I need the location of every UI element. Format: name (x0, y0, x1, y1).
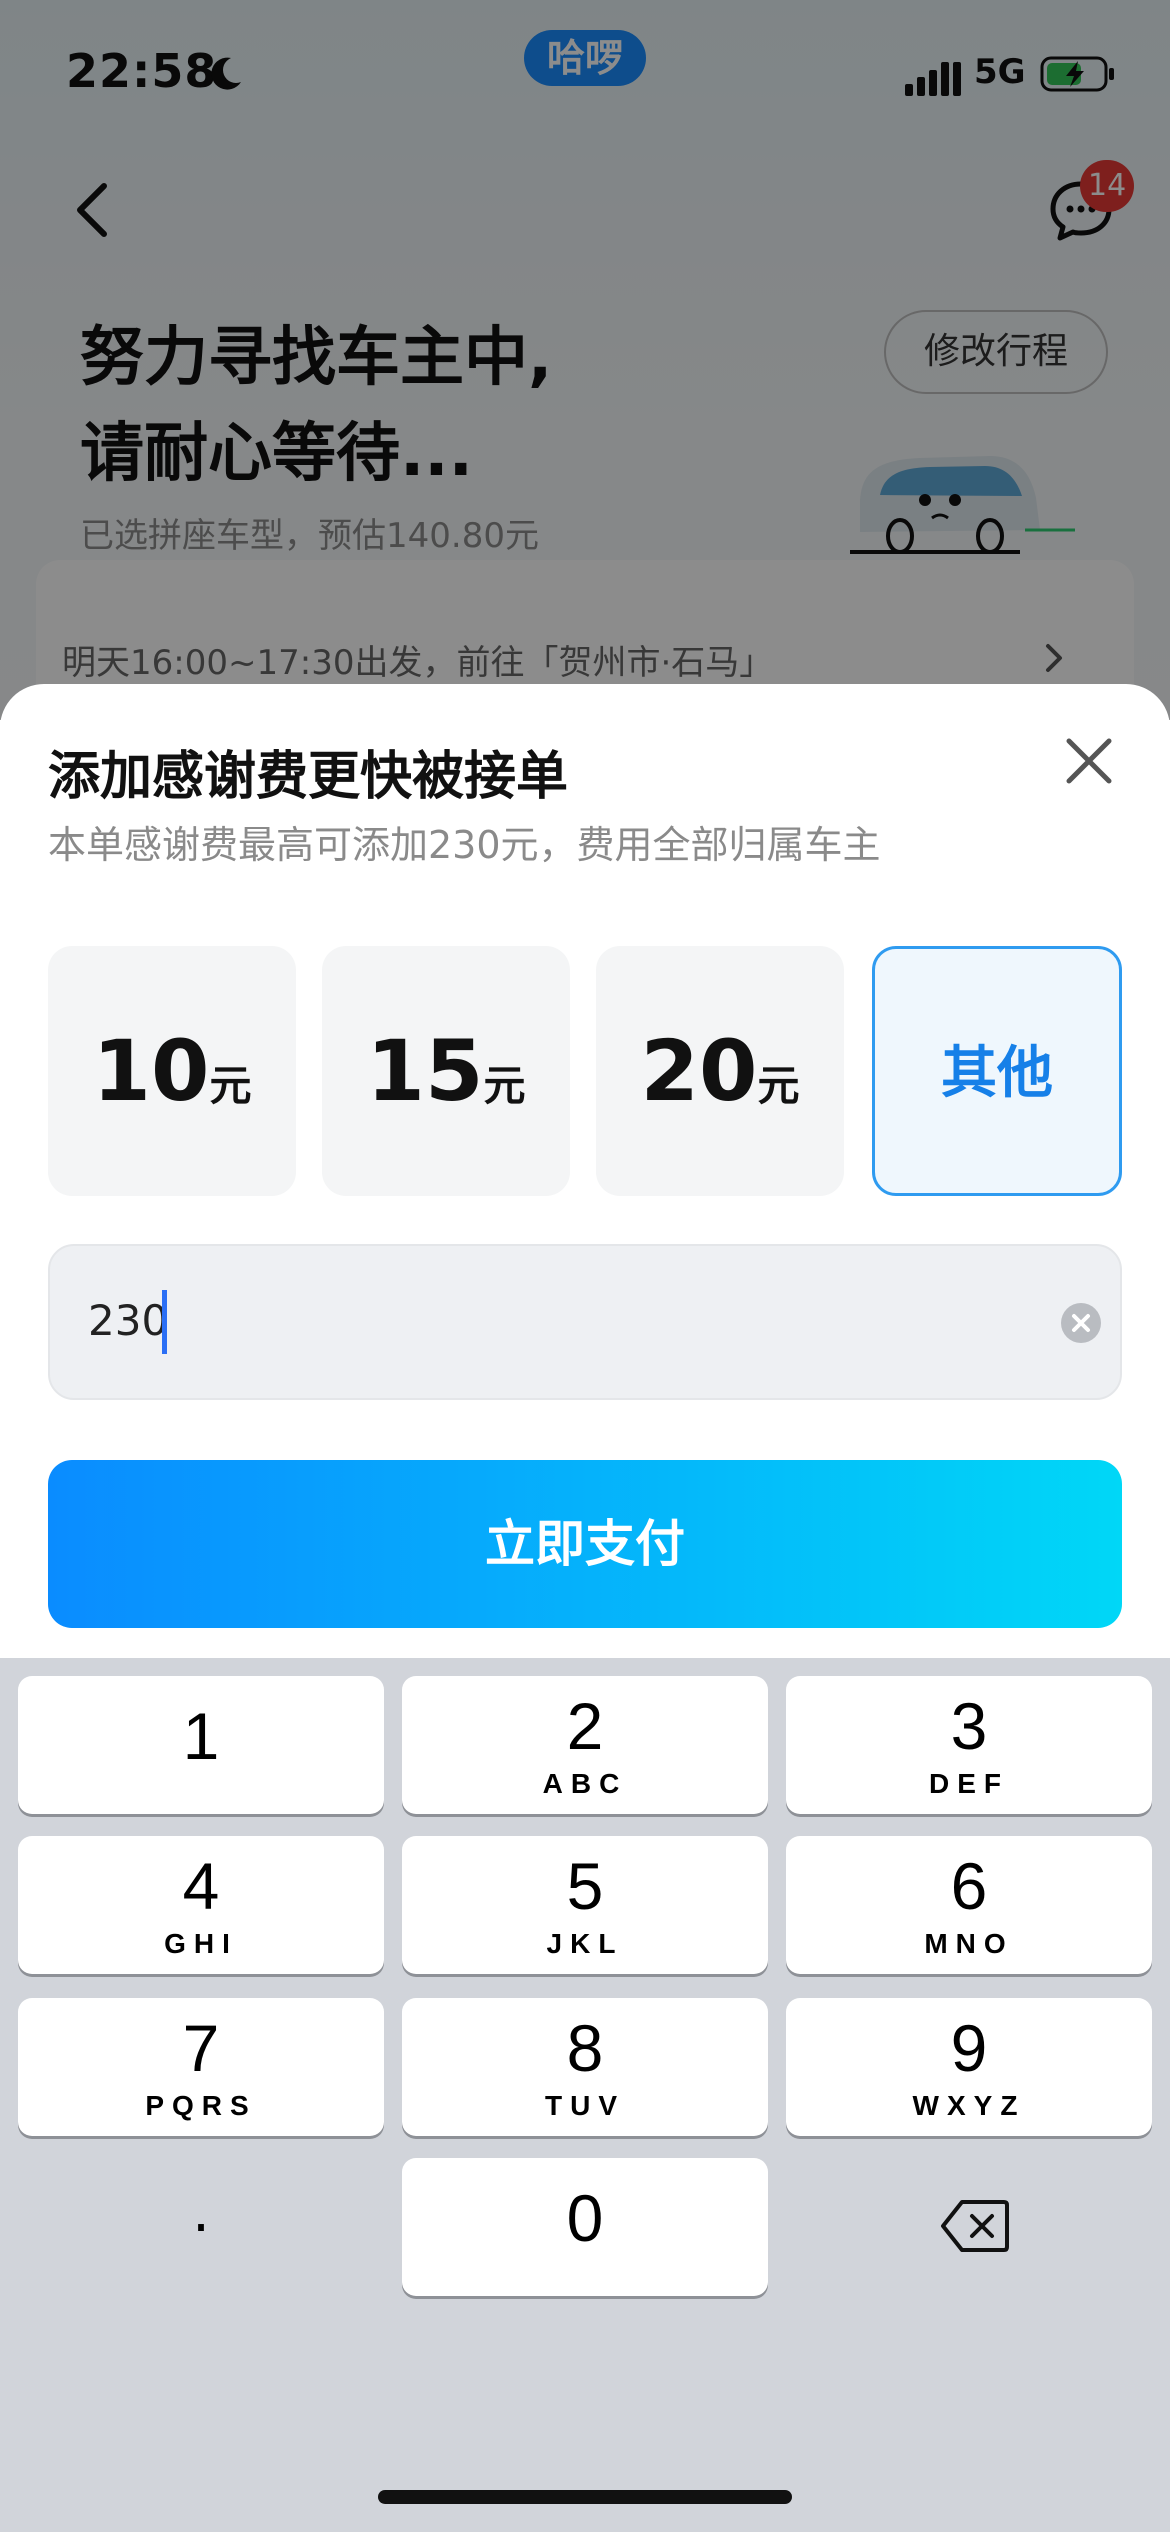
custom-amount-input[interactable]: 230 (48, 1244, 1122, 1400)
custom-amount-value: 230 (88, 1296, 169, 1345)
key-letters: ABC (542, 1768, 628, 1799)
key-9[interactable]: 9 WXYZ (786, 1998, 1152, 2136)
dim-overlay[interactable] (0, 0, 1170, 720)
sheet-subtitle: 本单感谢费最高可添加230元，费用全部归属车主 (48, 823, 881, 867)
key-6[interactable]: 6 MNO (786, 1836, 1152, 1974)
key-digit: 0 (566, 2181, 604, 2255)
key-letters: DEF (929, 1768, 1009, 1799)
backspace-icon (941, 2200, 1009, 2252)
amount-value: 20 (640, 1022, 758, 1120)
key-3[interactable]: 3 DEF (786, 1676, 1152, 1814)
close-icon[interactable] (1064, 736, 1114, 786)
key-digit: 5 (566, 1849, 604, 1923)
text-caret (162, 1290, 167, 1354)
key-digit: 9 (950, 2011, 988, 2085)
key-digit: 1 (182, 1699, 220, 1773)
key-letters: GHI (164, 1928, 238, 1959)
key-letters: JKL (546, 1928, 624, 1959)
thank-fee-sheet: 添加感谢费更快被接单 本单感谢费最高可添加230元，费用全部归属车主 10元 1… (0, 684, 1170, 1684)
key-letters: PQRS (145, 2090, 257, 2121)
amount-unit: 元 (483, 1061, 526, 1110)
delete-key[interactable] (786, 2158, 1152, 2296)
key-letters: TUV (545, 2090, 625, 2121)
key-digit: 3 (950, 1689, 988, 1763)
amount-option-other[interactable]: 其他 (872, 946, 1122, 1196)
key-2[interactable]: 2 ABC (402, 1676, 768, 1814)
other-label: 其他 (941, 1041, 1053, 1106)
amount-option-10[interactable]: 10元 (48, 946, 296, 1196)
key-digit: 4 (182, 1849, 220, 1923)
key-5[interactable]: 5 JKL (402, 1836, 768, 1974)
key-digit: 8 (566, 2011, 604, 2085)
key-digit: 2 (566, 1689, 604, 1763)
key-decimal-point[interactable]: . (18, 2158, 384, 2296)
key-digit: 6 (950, 1849, 988, 1923)
amount-unit: 元 (209, 1061, 252, 1110)
home-indicator[interactable] (378, 2490, 792, 2504)
pay-now-button[interactable]: 立即支付 (48, 1460, 1122, 1628)
key-8[interactable]: 8 TUV (402, 1998, 768, 2136)
numeric-keyboard: 1 2 ABC 3 DEF 4 GHI 5 JKL 6 MNO 7 PQRS 8… (0, 1658, 1170, 2532)
key-4[interactable]: 4 GHI (18, 1836, 384, 1974)
clear-input-icon[interactable] (1060, 1302, 1102, 1344)
key-1[interactable]: 1 (18, 1676, 384, 1814)
amount-option-15[interactable]: 15元 (322, 946, 570, 1196)
key-0[interactable]: 0 (402, 2158, 768, 2296)
key-7[interactable]: 7 PQRS (18, 1998, 384, 2136)
key-letters: WXYZ (912, 2090, 1026, 2121)
key-letters: MNO (924, 1928, 1014, 1959)
amount-unit: 元 (757, 1061, 800, 1110)
sheet-title: 添加感谢费更快被接单 (48, 747, 569, 807)
amount-option-20[interactable]: 20元 (596, 946, 844, 1196)
amount-value: 10 (92, 1022, 210, 1120)
key-digit: 7 (182, 2011, 220, 2085)
amount-value: 15 (366, 1022, 484, 1120)
